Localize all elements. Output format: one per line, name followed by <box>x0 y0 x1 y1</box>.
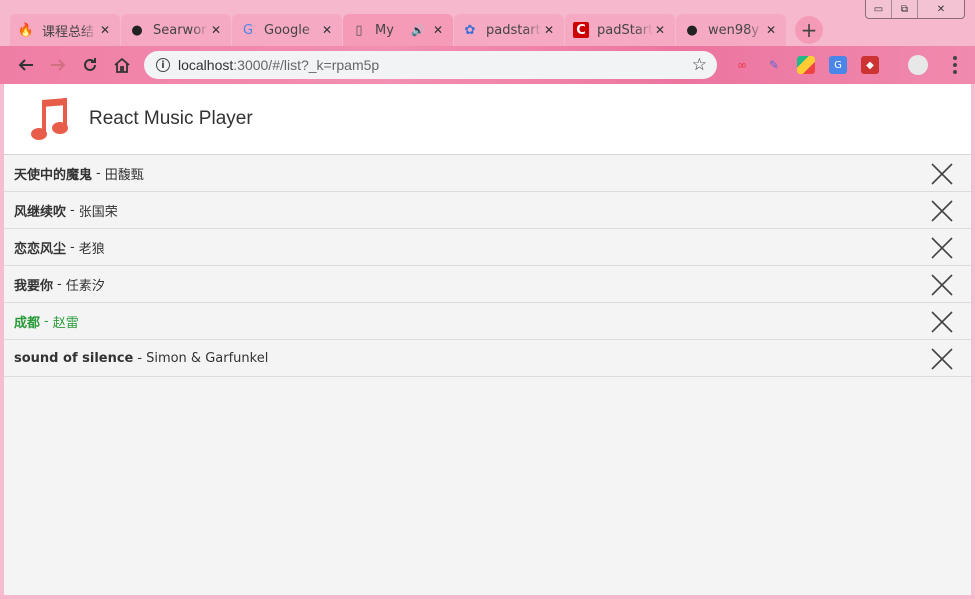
song-row[interactable]: 成都 - 赵雷 <box>4 303 971 340</box>
bookmark-star-icon[interactable]: ☆ <box>692 55 707 75</box>
window-controls: ▭ ⧉ ✕ <box>865 0 965 19</box>
home-icon <box>114 57 130 73</box>
github-icon: ● <box>686 22 698 38</box>
delete-song-icon[interactable] <box>930 347 954 371</box>
page-icon: ▯ <box>355 22 363 38</box>
tab-title: padstart <box>486 22 541 38</box>
delete-song-icon[interactable] <box>930 236 954 260</box>
song-artist: 田馥甄 <box>104 167 144 183</box>
tab-close-icon[interactable]: ✕ <box>98 23 112 37</box>
window-bottom-edge <box>0 595 975 599</box>
song-separator: - <box>137 350 143 366</box>
delete-song-icon[interactable] <box>930 310 954 334</box>
app-title: React Music Player <box>89 108 253 129</box>
address-bar[interactable]: i localhost:3000/#/list?_k=rpam5p ☆ <box>144 51 717 79</box>
drive-extension-icon[interactable] <box>797 56 815 74</box>
song-artist: 老狼 <box>78 241 105 257</box>
google-translate-icon: G <box>242 22 254 38</box>
song-artist: 赵雷 <box>52 315 79 331</box>
browser-toolbar: i localhost:3000/#/list?_k=rpam5p ☆ ∞ ✎ … <box>0 46 975 84</box>
song-title: 天使中的魔鬼 <box>14 167 93 183</box>
google-translate-extension-icon[interactable]: G <box>829 56 847 74</box>
tab-1[interactable]: ● Searwor ✕ <box>121 14 231 46</box>
forward-button[interactable] <box>48 55 68 75</box>
new-tab-button[interactable]: + <box>795 16 823 44</box>
music-note-icon <box>31 98 68 140</box>
song-row[interactable]: 恋恋风尘 - 老狼 <box>4 229 971 266</box>
profile-avatar[interactable] <box>908 55 928 75</box>
song-row[interactable]: sound of silence - Simon & Garfunkel <box>4 340 971 377</box>
song-row[interactable]: 天使中的魔鬼 - 田馥甄 <box>4 155 971 192</box>
song-title: 我要你 <box>14 278 54 294</box>
tab-4[interactable]: ✿ padstart ✕ <box>454 14 564 46</box>
paw-icon: ✿ <box>464 22 476 38</box>
browser-titlebar: ▭ ⧉ ✕ 🔥 课程总结 ✕ ● Searwor ✕ G Google ✕ ▯ My 🔊 ✕ ✿ padst… <box>0 0 975 46</box>
song-separator: - <box>96 165 101 181</box>
tab-title: My <box>375 22 394 38</box>
arrow-left-icon <box>18 59 33 71</box>
song-separator: - <box>44 313 49 329</box>
delete-song-icon[interactable] <box>930 273 954 297</box>
delete-song-icon[interactable] <box>930 162 954 186</box>
tab-title: Google <box>264 22 310 38</box>
minimize-button[interactable]: ▭ <box>866 0 892 18</box>
song-separator: - <box>57 276 62 292</box>
home-button[interactable] <box>112 55 132 75</box>
song-row[interactable]: 我要你 - 任素汐 <box>4 266 971 303</box>
arrow-right-icon <box>51 59 66 71</box>
tab-5[interactable]: CpadStart ✕ <box>565 14 675 46</box>
restore-button[interactable]: ⧉ <box>892 0 918 18</box>
reload-icon <box>84 58 96 71</box>
tab-title: Searwor <box>153 22 207 38</box>
infinity-extension-icon[interactable]: ∞ <box>733 56 751 74</box>
tab-title: 课程总结 <box>42 24 95 40</box>
close-window-button[interactable]: ✕ <box>918 0 964 18</box>
song-list: 天使中的魔鬼 - 田馥甄 风继续吹 - 张国荣 恋恋风尘 - 老狼 我要你 - 任素汐 成都 - 赵雷 sou… <box>4 155 971 377</box>
tab-2[interactable]: G Google ✕ <box>232 14 342 46</box>
tab-close-icon[interactable]: ✕ <box>431 23 445 37</box>
song-title: sound of silence <box>14 350 134 366</box>
tab-title: wen98y <box>708 22 760 38</box>
tab-6[interactable]: ● wen98y ✕ <box>676 14 786 46</box>
tab-close-icon[interactable]: ✕ <box>542 23 556 37</box>
ad-block-extension-icon[interactable]: ◆ <box>861 56 879 74</box>
browser-menu-button[interactable] <box>953 56 957 74</box>
info-icon[interactable]: i <box>156 58 170 72</box>
reload-button[interactable] <box>80 55 100 75</box>
song-title: 恋恋风尘 <box>14 241 67 257</box>
feather-extension-icon[interactable]: ✎ <box>765 56 783 74</box>
tab-3[interactable]: ▯ My 🔊 ✕ <box>343 14 453 46</box>
back-button[interactable] <box>16 55 36 75</box>
github-icon: ● <box>131 22 143 38</box>
audio-playing-icon[interactable]: 🔊 <box>411 24 425 37</box>
tab-title: padStart <box>597 22 653 38</box>
address-url[interactable]: localhost:3000/#/list?_k=rpam5p <box>178 57 379 73</box>
delete-song-icon[interactable] <box>930 199 954 223</box>
tab-close-icon[interactable]: ✕ <box>209 23 223 37</box>
tab-close-icon[interactable]: ✕ <box>764 23 778 37</box>
tab-close-icon[interactable]: ✕ <box>653 23 667 37</box>
tab-0[interactable]: 🔥 课程总结 ✕ <box>10 14 120 46</box>
app-header: React Music Player <box>4 84 971 155</box>
song-separator: - <box>70 239 75 255</box>
song-artist: Simon & Garfunkel <box>146 350 269 366</box>
tab-strip: 🔥 课程总结 ✕ ● Searwor ✕ G Google ✕ ▯ My 🔊 ✕ ✿ padstart ✕ Cp… <box>10 14 823 46</box>
page-content: React Music Player 天使中的魔鬼 - 田馥甄 风继续吹 - 张国荣 恋恋风… <box>4 84 971 595</box>
tab-close-icon[interactable]: ✕ <box>320 23 334 37</box>
flame-icon: 🔥 <box>17 22 35 38</box>
song-separator: - <box>70 202 75 218</box>
song-title: 成都 <box>14 315 41 331</box>
song-row[interactable]: 风继续吹 - 张国荣 <box>4 192 971 229</box>
song-title: 风继续吹 <box>14 204 67 220</box>
song-artist: 张国荣 <box>78 204 118 220</box>
c-logo-icon: C <box>573 22 589 38</box>
song-artist: 任素汐 <box>65 278 105 294</box>
